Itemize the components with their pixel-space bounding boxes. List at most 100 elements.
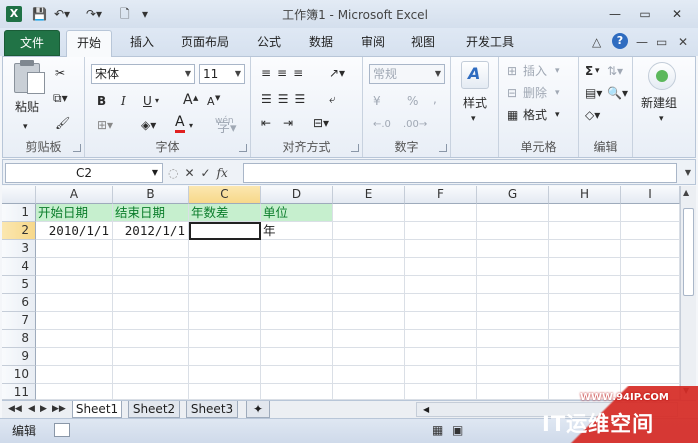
autosum-dropdown-icon[interactable]: ▾ xyxy=(595,63,600,79)
shrink-font-button[interactable]: A xyxy=(207,94,215,110)
grid-cell[interactable] xyxy=(261,294,333,312)
grid-cell[interactable] xyxy=(333,384,405,400)
grid-cell[interactable] xyxy=(477,330,549,348)
sheet-tab-3[interactable]: Sheet3 xyxy=(186,401,238,418)
sort-filter-icon[interactable]: ⇅▾ xyxy=(607,63,623,79)
help-icon[interactable]: ? xyxy=(612,33,628,49)
formula-input[interactable] xyxy=(243,163,677,183)
grid-cell[interactable] xyxy=(261,330,333,348)
grid-cell[interactable] xyxy=(477,294,549,312)
tab-insert[interactable]: 插入 xyxy=(122,33,162,56)
grid-cell[interactable] xyxy=(405,204,477,222)
styles-icon[interactable]: A xyxy=(461,61,489,89)
vertical-scrollbar[interactable]: ▲ ▼ xyxy=(680,186,696,400)
grid-cell[interactable] xyxy=(261,276,333,294)
column-header-b[interactable]: B xyxy=(113,186,189,204)
grid-cell[interactable] xyxy=(36,240,113,258)
minimize-icon[interactable]: — xyxy=(604,5,626,23)
select-all-corner[interactable] xyxy=(2,186,36,204)
prev-sheet-icon[interactable]: ◀ xyxy=(28,402,35,416)
column-header-i[interactable]: I xyxy=(621,186,680,204)
grid-cell[interactable] xyxy=(405,258,477,276)
row-header-9[interactable]: 9 xyxy=(2,348,36,366)
grid-cell[interactable] xyxy=(36,294,113,312)
new-sheet-icon[interactable]: ✦ xyxy=(246,401,270,418)
grid-cell[interactable] xyxy=(405,348,477,366)
enter-icon[interactable]: ✓ xyxy=(201,166,211,180)
close-icon[interactable]: ✕ xyxy=(666,5,688,23)
row-header-4[interactable]: 4 xyxy=(2,258,36,276)
font-size-select[interactable]: 11 ▼ xyxy=(199,64,245,84)
name-box[interactable]: C2 ▼ xyxy=(5,163,163,183)
customize-qat-icon[interactable]: ▾ xyxy=(142,5,148,23)
decrease-indent-icon[interactable]: ⇤ xyxy=(261,115,271,131)
styles-button[interactable]: 样式 xyxy=(463,95,487,111)
cut-icon[interactable]: ✂ xyxy=(55,65,65,81)
alignment-launcher-icon[interactable] xyxy=(351,144,359,152)
grow-font-button[interactable]: A xyxy=(183,92,193,108)
copy-icon[interactable]: ⧉▾ xyxy=(53,90,68,106)
grid-cell[interactable] xyxy=(405,240,477,258)
font-color-button[interactable]: A xyxy=(175,115,185,133)
vertical-scroll-thumb[interactable] xyxy=(683,208,694,296)
tab-file[interactable]: 文件 xyxy=(4,30,60,56)
grid-cell[interactable] xyxy=(36,348,113,366)
border-icon[interactable]: ⊞▾ xyxy=(97,117,113,133)
clear-icon[interactable]: ◇▾ xyxy=(585,107,600,123)
bold-button[interactable]: B xyxy=(97,93,106,109)
expand-formula-bar-icon[interactable]: ▼ xyxy=(681,163,695,183)
print-preview-icon[interactable]: 🗋 xyxy=(120,5,130,23)
column-header-a[interactable]: A xyxy=(36,186,113,204)
grid-cell[interactable] xyxy=(113,258,189,276)
grid-cell[interactable] xyxy=(405,294,477,312)
grid-cell[interactable] xyxy=(36,258,113,276)
grid-cell[interactable] xyxy=(405,276,477,294)
save-icon[interactable]: 💾 xyxy=(32,5,47,23)
grid-cell[interactable] xyxy=(333,204,405,222)
row-header-11[interactable]: 11 xyxy=(2,384,36,400)
view-page-layout-icon[interactable]: ▣ xyxy=(452,423,463,437)
grid-cell[interactable] xyxy=(621,330,680,348)
grid-cell[interactable] xyxy=(36,384,113,400)
chevron-down-icon[interactable]: ▼ xyxy=(152,164,158,182)
grid-cell[interactable] xyxy=(621,294,680,312)
grid-cell[interactable] xyxy=(189,276,261,294)
grid-cell[interactable] xyxy=(333,330,405,348)
underline-button[interactable]: U xyxy=(143,93,152,109)
grid-cell[interactable] xyxy=(189,348,261,366)
redo-icon[interactable]: ↷▾ xyxy=(86,5,102,23)
grid-cell[interactable] xyxy=(477,312,549,330)
column-header-d[interactable]: D xyxy=(261,186,333,204)
minimize-ribbon-icon[interactable]: △ xyxy=(592,33,601,51)
cell-c2-selected[interactable] xyxy=(189,222,261,240)
grid-cell[interactable] xyxy=(549,312,621,330)
grid-cell[interactable] xyxy=(189,294,261,312)
last-sheet-icon[interactable]: ▶▶ xyxy=(52,402,66,416)
grid-cell[interactable] xyxy=(477,204,549,222)
grid-cell[interactable] xyxy=(477,366,549,384)
tab-developer[interactable]: 开发工具 xyxy=(460,33,520,56)
grid-cell[interactable] xyxy=(189,258,261,276)
grid-cell[interactable] xyxy=(333,348,405,366)
excel-app-icon[interactable]: X xyxy=(6,6,22,22)
grid-cell[interactable] xyxy=(333,240,405,258)
grid-cell[interactable] xyxy=(113,294,189,312)
row-header-6[interactable]: 6 xyxy=(2,294,36,312)
phonetic-icon[interactable]: 字▾ xyxy=(217,121,237,137)
grid-cell[interactable] xyxy=(477,348,549,366)
underline-dropdown-icon[interactable]: ▾ xyxy=(155,93,159,109)
grid-cell[interactable] xyxy=(113,366,189,384)
paste-button[interactable]: 粘贴 xyxy=(15,99,39,115)
column-header-h[interactable]: H xyxy=(549,186,621,204)
restore-icon[interactable]: ▭ xyxy=(634,5,656,23)
number-launcher-icon[interactable] xyxy=(439,144,447,152)
cell-c1[interactable]: 年数差 xyxy=(189,204,261,222)
grid-cell[interactable] xyxy=(261,366,333,384)
column-header-c[interactable]: C xyxy=(189,186,261,204)
percent-button[interactable]: % xyxy=(407,93,418,109)
grid-cell[interactable] xyxy=(333,366,405,384)
row-header-7[interactable]: 7 xyxy=(2,312,36,330)
insert-dropdown-icon[interactable]: ▾ xyxy=(555,63,560,79)
column-header-f[interactable]: F xyxy=(405,186,477,204)
grid-cell[interactable] xyxy=(333,222,405,240)
